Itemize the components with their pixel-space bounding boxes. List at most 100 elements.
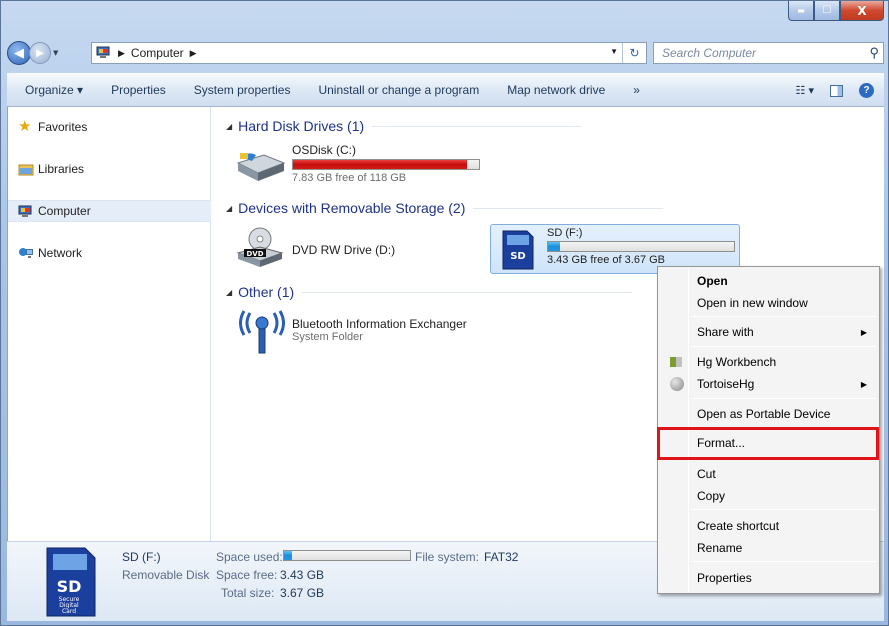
toolbar-right: ☷ ▾ ? (796, 83, 874, 98)
network-icon (19, 248, 33, 258)
sd-card-large-icon: SDSecureDigitalCard (46, 547, 96, 617)
nav-item-favorites[interactable]: ★ Favorites (8, 116, 211, 138)
group-other[interactable]: ◢ Other (1) (226, 284, 633, 300)
nav-label: Libraries (38, 162, 85, 176)
menu-item-open[interactable]: Open (660, 271, 877, 291)
recent-pages-dropdown-icon[interactable]: ▼ (53, 49, 58, 57)
space-free-label: Space free: (216, 568, 278, 582)
group-header: Other (1) (238, 284, 295, 300)
close-button[interactable]: X (840, 1, 884, 21)
drive-free-space: 3.43 GB free of 3.67 GB (547, 254, 666, 266)
view-options-icon[interactable]: ☷ ▾ (796, 84, 814, 97)
properties-button[interactable]: Properties (97, 83, 180, 97)
bluetooth-exchanger[interactable]: Bluetooth Information Exchanger System F… (234, 309, 514, 355)
space-free-value: 3.43 GB (280, 568, 325, 582)
navigation-pane: ★ Favorites Libraries Computer Network (8, 107, 211, 541)
title-bar[interactable]: ▬ ☐ X (1, 1, 889, 39)
menu-item-share-with[interactable]: Share with ▶ (660, 322, 877, 342)
total-size-label: Total size: (221, 586, 275, 600)
details-type: Removable Disk (122, 568, 210, 582)
space-used-bar (283, 550, 411, 561)
map-network-drive-button[interactable]: Map network drive (493, 83, 619, 97)
nav-label: Computer (38, 204, 91, 218)
back-arrow-icon: ◀ (14, 45, 24, 61)
uninstall-program-button[interactable]: Uninstall or change a program (304, 83, 493, 97)
nav-item-computer[interactable]: Computer (8, 200, 211, 222)
card-title: SD (57, 577, 82, 596)
menu-item-tortoisehg[interactable]: TortoiseHg ▶ (660, 374, 877, 394)
menu-item-rename[interactable]: Rename (660, 538, 877, 558)
usage-fill (284, 551, 293, 560)
drive-free-space: 7.83 GB free of 118 GB (292, 172, 407, 184)
file-system-value: FAT32 (484, 550, 519, 564)
sd-card-icon: SD (502, 230, 534, 270)
help-icon[interactable]: ? (859, 83, 874, 98)
maximize-button[interactable]: ☐ (814, 1, 840, 21)
window-controls: ▬ ☐ X (788, 1, 884, 21)
minimize-icon: ▬ (797, 6, 805, 15)
space-used-label: Space used: (216, 550, 283, 564)
address-bar[interactable]: ▶ Computer ▶ ▼ ↻ (91, 42, 647, 64)
format-highlight-box (657, 427, 879, 460)
address-dropdown-icon[interactable]: ▼ (610, 47, 618, 56)
sd-icon-text: SD (510, 251, 526, 262)
group-header: Hard Disk Drives (1) (238, 118, 365, 134)
item-name: Bluetooth Information Exchanger (292, 317, 467, 331)
menu-item-cut[interactable]: Cut (660, 464, 877, 484)
forward-arrow-icon: ▶ (36, 47, 44, 59)
drive-os-disk[interactable]: OSDisk (C:) 7.83 GB free of 118 GB (234, 143, 494, 189)
system-properties-button[interactable]: System properties (180, 83, 305, 97)
menu-separator (691, 561, 876, 562)
breadcrumb-computer[interactable]: Computer (131, 46, 184, 60)
collapse-triangle-icon[interactable]: ◢ (226, 288, 232, 297)
hard-drive-icon (236, 153, 286, 181)
menu-item-copy[interactable]: Copy (660, 486, 877, 506)
menu-separator (691, 316, 876, 317)
drive-name: DVD RW Drive (D:) (292, 243, 396, 257)
menu-item-properties[interactable]: Properties (660, 568, 877, 588)
organize-button[interactable]: Organize ▾ (7, 83, 97, 97)
minimize-button[interactable]: ▬ (788, 1, 814, 21)
menu-separator (691, 509, 876, 510)
nav-item-libraries[interactable]: Libraries (8, 158, 211, 180)
details-name: SD (F:) (122, 550, 161, 564)
command-toolbar: Organize ▾ Properties System properties … (7, 73, 884, 107)
hg-workbench-icon (670, 357, 682, 367)
menu-item-hg-workbench[interactable]: Hg Workbench (660, 352, 877, 372)
libraries-icon (18, 164, 34, 176)
card-line-3: Card (62, 608, 76, 615)
menu-item-create-shortcut[interactable]: Create shortcut (660, 516, 877, 536)
group-divider (372, 125, 583, 127)
menu-label: Hg Workbench (697, 355, 777, 369)
item-type: System Folder (292, 331, 363, 343)
collapse-triangle-icon[interactable]: ◢ (226, 122, 232, 131)
close-icon: X (857, 3, 867, 18)
search-placeholder: Search Computer (662, 46, 757, 60)
dvd-drive-icon: DVD (236, 227, 284, 267)
drive-dvd[interactable]: DVD DVD RW Drive (D:) (234, 225, 484, 271)
nav-label: Favorites (38, 120, 88, 134)
nav-item-network[interactable]: Network (8, 242, 211, 264)
preview-pane-icon[interactable] (830, 84, 843, 97)
total-size-value: 3.67 GB (280, 586, 325, 600)
breadcrumb-separator-icon[interactable]: ▶ (118, 48, 125, 59)
menu-item-open-portable-device[interactable]: Open as Portable Device (660, 404, 877, 424)
search-icon[interactable]: ⚲ (869, 45, 879, 61)
tortoisehg-icon (670, 377, 684, 391)
refresh-icon[interactable]: ↻ (622, 43, 646, 63)
group-hard-disk-drives[interactable]: ◢ Hard Disk Drives (1) (226, 118, 583, 134)
search-input[interactable]: Search Computer ⚲ (653, 42, 884, 64)
menu-item-open-new-window[interactable]: Open in new window (660, 293, 877, 313)
more-commands-button[interactable]: » (619, 83, 654, 97)
submenu-arrow-icon: ▶ (860, 379, 867, 389)
forward-button[interactable]: ▶ (29, 42, 51, 64)
drive-usage-bar (547, 241, 735, 252)
maximize-icon: ☐ (822, 5, 832, 16)
menu-label: Share with (697, 325, 754, 339)
star-icon: ★ (18, 118, 32, 135)
back-button[interactable]: ◀ (7, 41, 31, 65)
collapse-triangle-icon[interactable]: ◢ (226, 204, 232, 213)
group-removable-storage[interactable]: ◢ Devices with Removable Storage (2) (226, 200, 664, 216)
submenu-arrow-icon: ▶ (860, 327, 867, 337)
breadcrumb-chevron-icon[interactable]: ▶ (190, 48, 197, 59)
